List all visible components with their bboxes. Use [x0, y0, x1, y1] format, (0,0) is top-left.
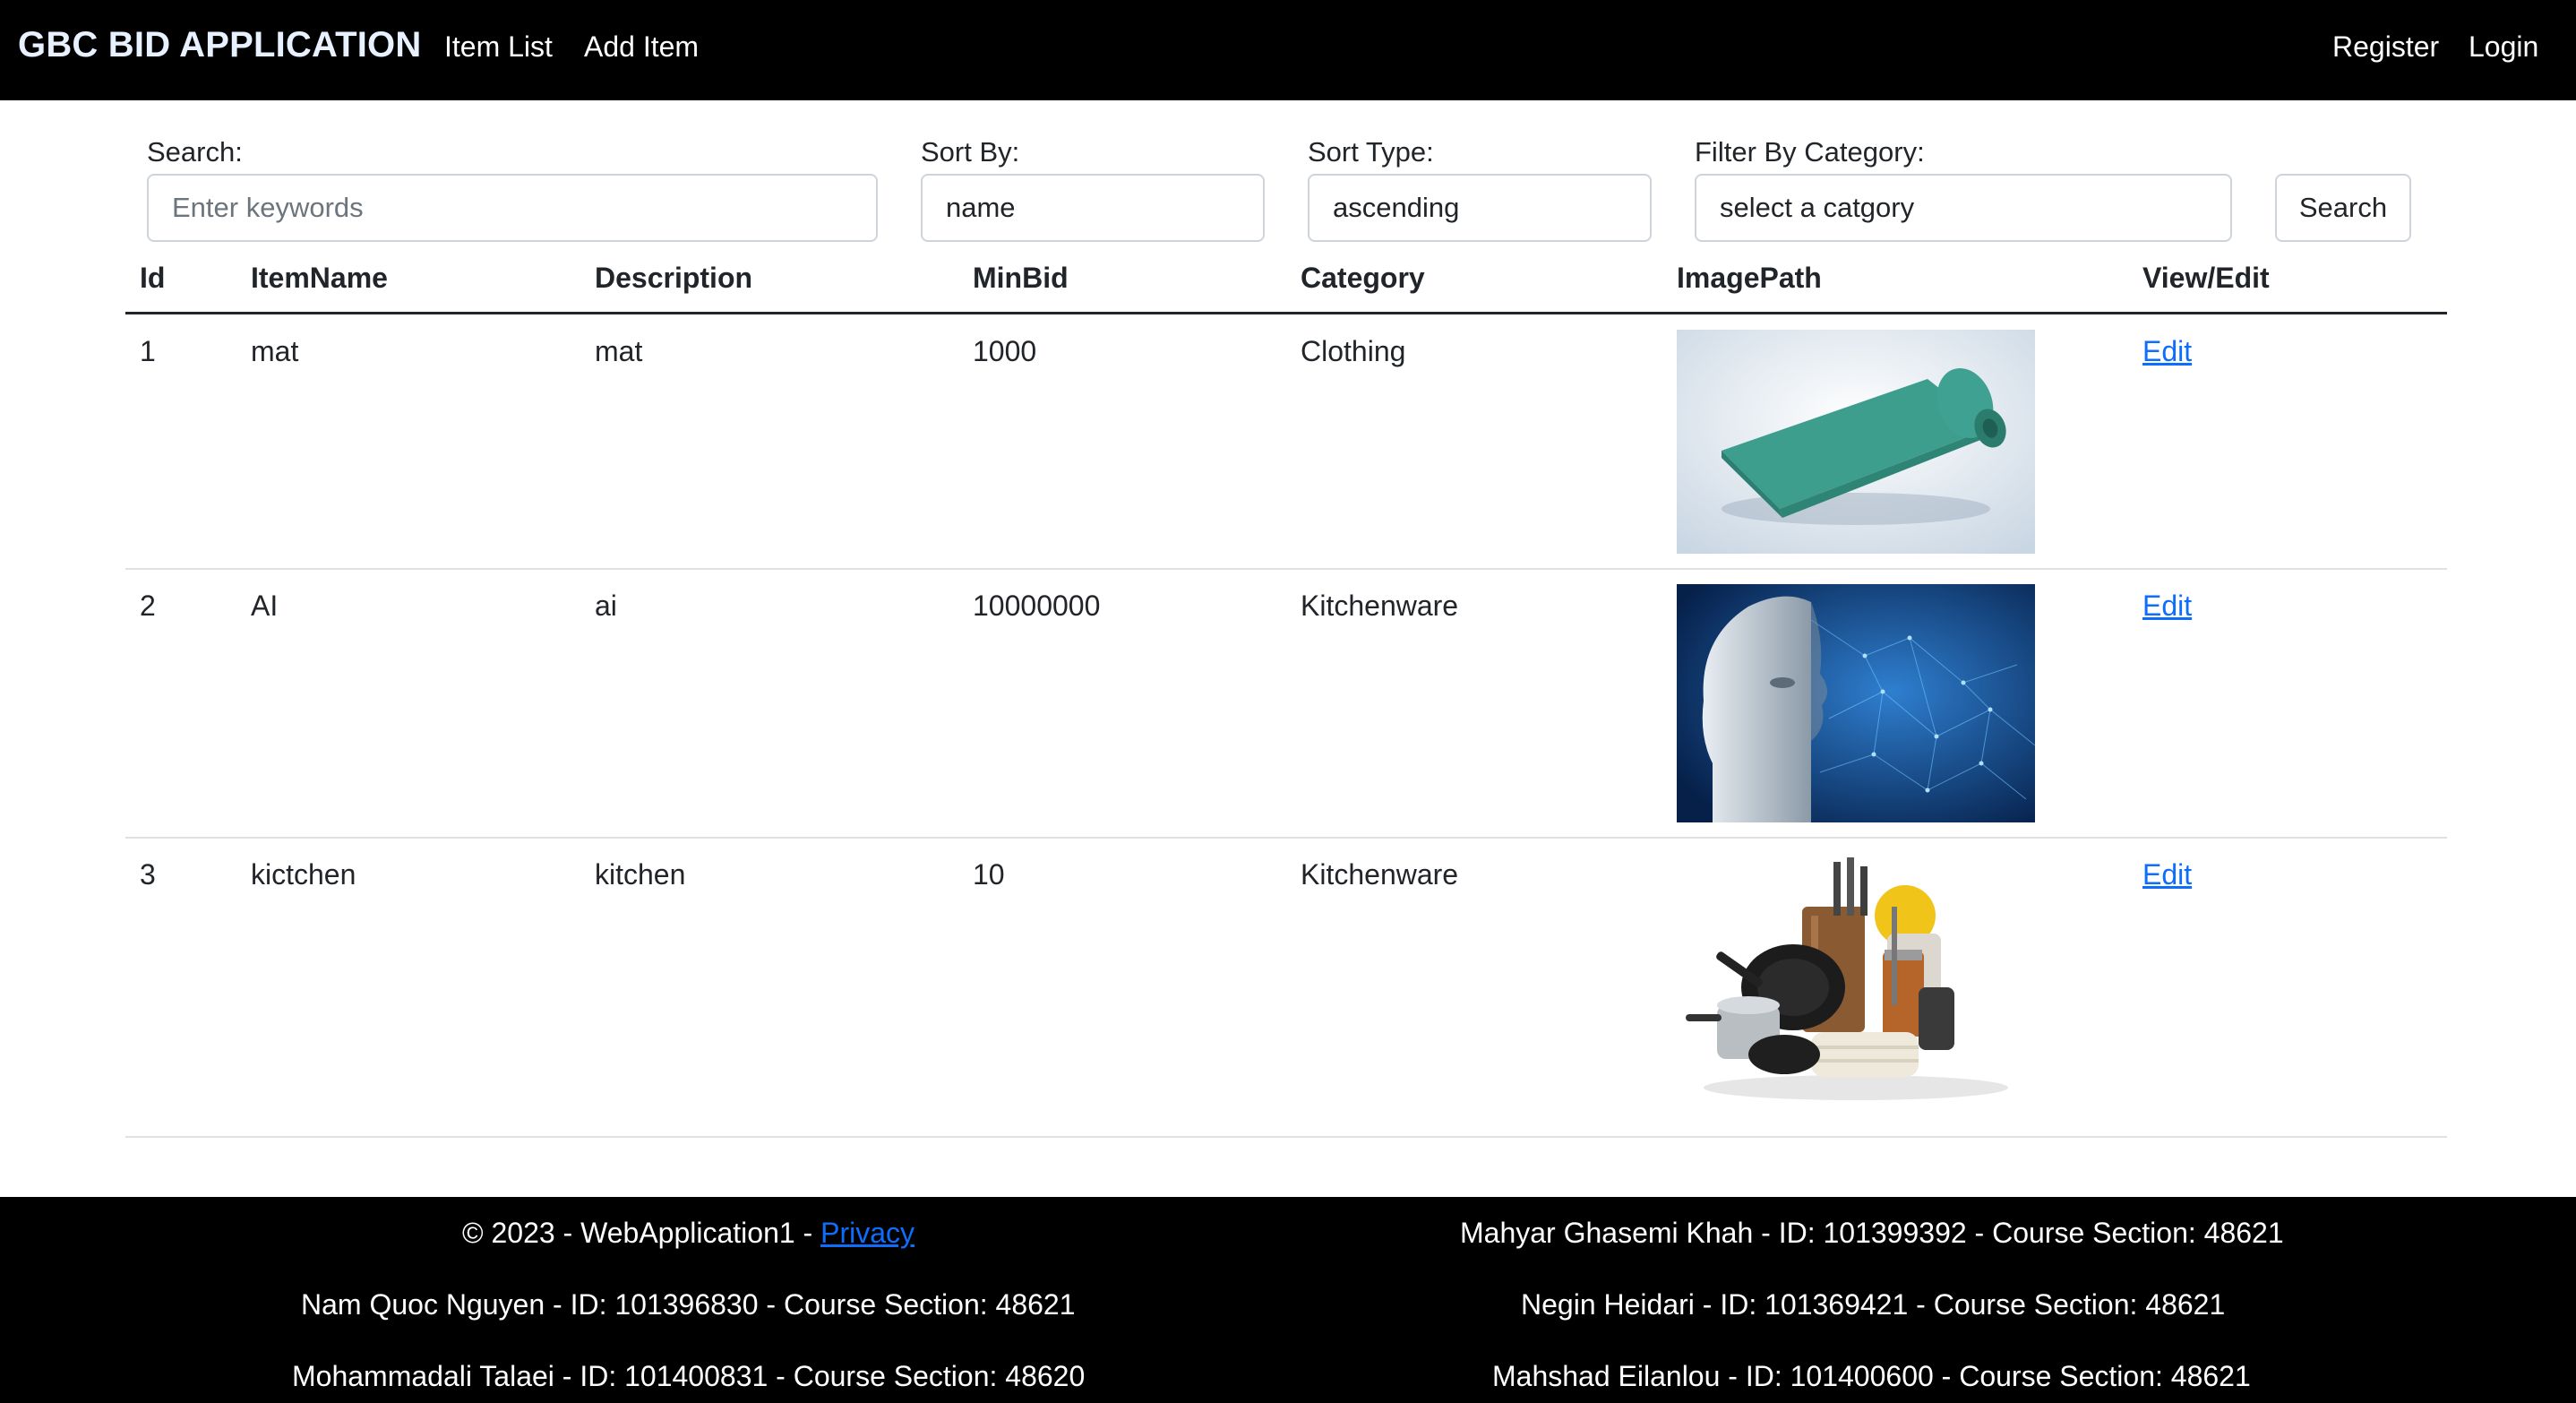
- cell-id: 2: [140, 590, 156, 622]
- team-member: Mahshad Eilanlou - ID: 101400600 - Cours…: [1492, 1360, 2251, 1392]
- sort-by-select[interactable]: name: [921, 174, 1265, 242]
- copyright-line: © 2023 - WebApplication1 - Privacy: [462, 1217, 914, 1250]
- cell-minbid: 10000000: [973, 590, 1101, 622]
- team-member: Negin Heidari - ID: 101369421 - Course S…: [1521, 1288, 2226, 1321]
- search-label: Search:: [147, 136, 243, 168]
- kitchenware-image: [1677, 853, 2035, 1106]
- cell-id: 1: [140, 335, 156, 367]
- header-view-edit: View/Edit: [2142, 262, 2270, 294]
- cell-itemname: kictchen: [251, 858, 356, 891]
- category-select[interactable]: select a catgory: [1695, 174, 2232, 242]
- row-divider: [125, 837, 2447, 839]
- cell-description: ai: [595, 590, 617, 622]
- cell-itemname: mat: [251, 335, 299, 367]
- team-member: Mahyar Ghasemi Khah - ID: 101399392 - Co…: [1460, 1217, 2284, 1249]
- ai-head-image: [1677, 584, 2035, 822]
- edit-link[interactable]: Edit: [2142, 590, 2192, 623]
- copyright-text: © 2023 - WebApplication1 -: [462, 1217, 821, 1249]
- yoga-mat-image: [1677, 330, 2035, 554]
- top-navbar: GBC BID APPLICATION Item List Add Item R…: [0, 0, 2576, 100]
- header-divider: [125, 312, 2447, 314]
- cell-category: Kitchenware: [1301, 590, 1459, 622]
- sort-by-value: name: [946, 192, 1016, 223]
- category-value: select a catgory: [1720, 192, 1915, 223]
- category-label: Filter By Category:: [1695, 136, 1925, 168]
- header-itemname: ItemName: [251, 262, 388, 294]
- privacy-link[interactable]: Privacy: [820, 1217, 914, 1249]
- edit-link[interactable]: Edit: [2142, 858, 2192, 891]
- cell-category: Kitchenware: [1301, 858, 1459, 891]
- row-divider: [125, 1136, 2447, 1138]
- sort-type-label: Sort Type:: [1308, 136, 1434, 168]
- cell-minbid: 10: [973, 858, 1005, 891]
- nav-login[interactable]: Login: [2469, 30, 2538, 64]
- cell-minbid: 1000: [973, 335, 1037, 367]
- team-member: Nam Quoc Nguyen - ID: 101396830 - Course…: [301, 1288, 1076, 1321]
- header-id: Id: [140, 262, 166, 294]
- footer: © 2023 - WebApplication1 - Privacy Mahya…: [0, 1197, 2576, 1403]
- header-description: Description: [595, 262, 753, 294]
- sort-type-select[interactable]: ascending: [1308, 174, 1652, 242]
- sort-by-label: Sort By:: [921, 136, 1020, 168]
- cell-description: kitchen: [595, 858, 686, 891]
- header-imagepath: ImagePath: [1677, 262, 1822, 294]
- row-divider: [125, 568, 2447, 570]
- cell-description: mat: [595, 335, 643, 367]
- edit-link[interactable]: Edit: [2142, 335, 2192, 368]
- nav-register[interactable]: Register: [2332, 30, 2439, 64]
- nav-item-list[interactable]: Item List: [444, 30, 553, 64]
- brand-link[interactable]: GBC BID APPLICATION: [18, 25, 421, 65]
- nav-add-item[interactable]: Add Item: [584, 30, 699, 64]
- cell-itemname: AI: [251, 590, 279, 622]
- sort-type-value: ascending: [1333, 192, 1460, 223]
- team-member: Mohammadali Talaei - ID: 101400831 - Cou…: [292, 1360, 1086, 1392]
- search-button[interactable]: Search: [2275, 174, 2411, 242]
- cell-id: 3: [140, 858, 156, 891]
- cell-category: Clothing: [1301, 335, 1406, 367]
- header-minbid: MinBid: [973, 262, 1069, 294]
- header-category: Category: [1301, 262, 1425, 294]
- search-input[interactable]: [147, 174, 878, 242]
